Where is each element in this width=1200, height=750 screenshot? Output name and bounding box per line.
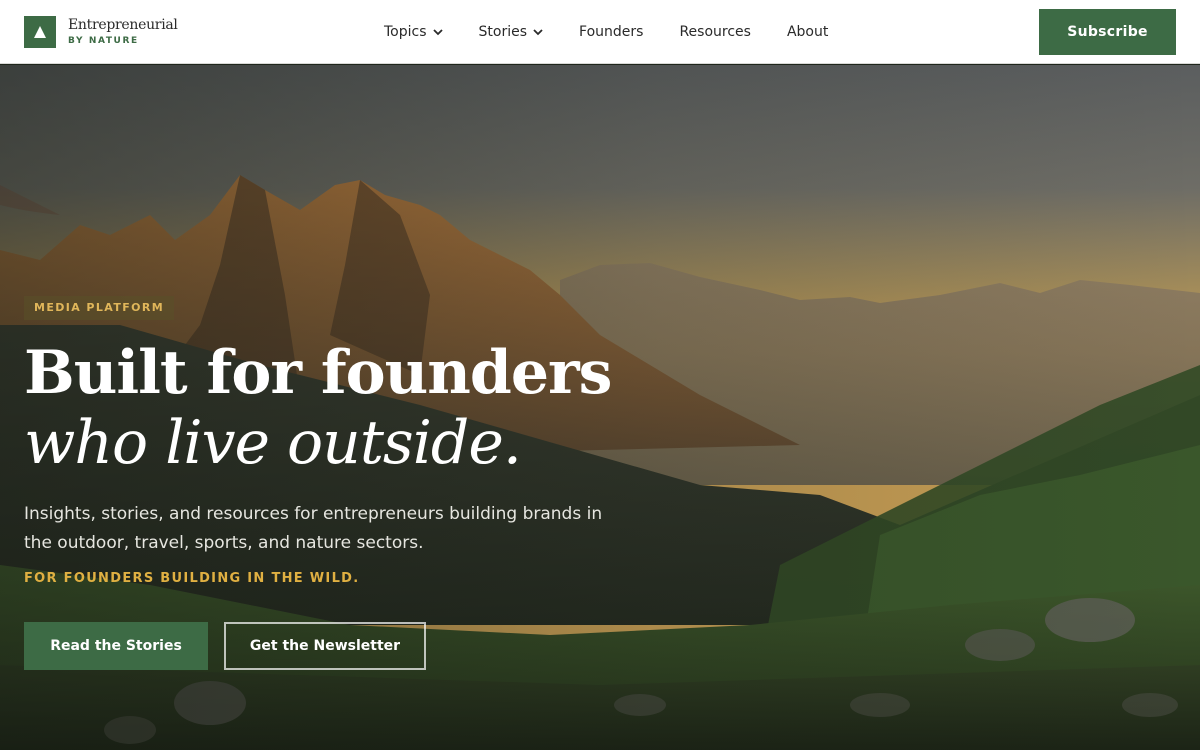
hero-tagline: FOR FOUNDERS BUILDING IN THE WILD.	[24, 571, 360, 586]
nav-item-label: Resources	[679, 24, 751, 40]
nav-item-about[interactable]: About	[787, 24, 828, 40]
chevron-down-icon	[432, 24, 443, 40]
subscribe-button[interactable]: Subscribe	[1039, 9, 1176, 55]
nav-item-label: Founders	[579, 24, 644, 40]
logo-wordmark: Entrepreneurial BY NATURE	[68, 17, 178, 47]
site-header: Entrepreneurial BY NATURE Topics Stories…	[0, 0, 1200, 64]
read-stories-button[interactable]: Read the Stories	[24, 622, 208, 670]
hero-headline-line1: Built for founders	[24, 338, 612, 408]
nav-item-label: Topics	[384, 24, 427, 40]
nav-item-label: Stories	[478, 24, 528, 40]
nav-item-label: About	[786, 24, 829, 40]
nav-item-stories[interactable]: Stories	[479, 24, 544, 40]
nav-item-topics[interactable]: Topics	[384, 24, 443, 40]
hero-section: MEDIA PLATFORM Built for founders who li…	[0, 65, 1200, 750]
site-logo[interactable]: Entrepreneurial BY NATURE	[24, 16, 178, 48]
nav-item-resources[interactable]: Resources	[679, 24, 751, 40]
eyebrow-badge: MEDIA PLATFORM	[24, 296, 175, 320]
nav-item-founders[interactable]: Founders	[579, 24, 643, 40]
get-newsletter-button[interactable]: Get the Newsletter	[224, 622, 426, 670]
hero-description: Insights, stories, and resources for ent…	[24, 504, 603, 553]
hero-headline-line2: who live outside.	[24, 408, 522, 478]
main-nav: Topics Stories Founders Resources About	[384, 0, 864, 64]
logo-name: Entrepreneurial	[68, 17, 178, 33]
mountain-triangle-icon	[24, 16, 56, 48]
logo-subtitle: BY NATURE	[68, 36, 139, 46]
chevron-down-icon	[533, 24, 543, 40]
